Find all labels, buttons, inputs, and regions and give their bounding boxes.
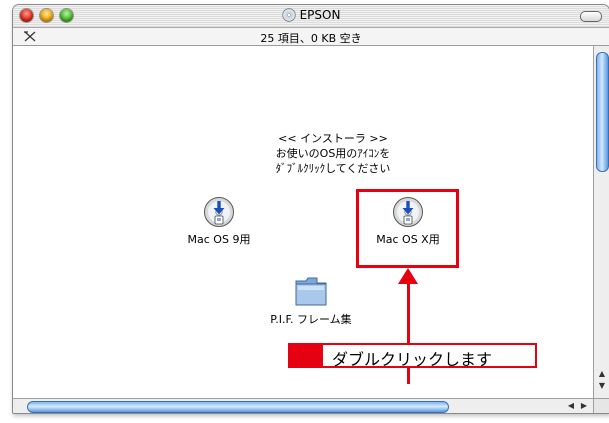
macos9-installer-label: Mac OS 9用 xyxy=(187,233,251,246)
vertical-scrollbar[interactable]: ▲ ▼ xyxy=(593,46,609,398)
cd-icon xyxy=(281,8,296,22)
installer-instruction-line1: お使いのOS用のｱｲｺﾝを xyxy=(275,147,391,160)
status-bar: 25 項目、0 KB 空き xyxy=(13,28,609,46)
callout-box: ダブルクリックします xyxy=(288,343,537,369)
window-title: EPSON xyxy=(299,8,341,22)
scroll-left-arrow-icon[interactable]: ◀ xyxy=(565,400,577,412)
horizontal-scrollbar[interactable]: ◀ ▶ xyxy=(13,398,593,413)
title-bar[interactable]: EPSON xyxy=(13,5,609,28)
vertical-scroll-thumb[interactable] xyxy=(596,52,609,172)
installer-instruction-line2: ﾀﾞﾌﾞﾙｸﾘｯｸしてください xyxy=(275,162,391,175)
scroll-right-arrow-icon[interactable]: ▶ xyxy=(578,400,590,412)
scroll-up-arrow-icon[interactable]: ▲ xyxy=(596,368,608,379)
pif-frame-folder[interactable]: P.I.F. フレーム集 xyxy=(256,274,366,327)
window-title-wrap: EPSON xyxy=(13,8,609,22)
horizontal-scroll-thumb[interactable] xyxy=(27,401,449,413)
pif-frame-folder-label: P.I.F. フレーム集 xyxy=(270,313,352,326)
macos9-installer[interactable]: Mac OS 9用 xyxy=(179,196,259,247)
highlight-box xyxy=(356,189,459,268)
toolbar-toggle-button[interactable] xyxy=(580,11,602,22)
scroll-down-arrow-icon[interactable]: ▼ xyxy=(596,380,608,391)
finder-window: EPSON 25 項目、0 KB 空き << インストーラ >> お使いのOS用… xyxy=(12,4,609,414)
installer-heading: << インストーラ >> xyxy=(278,132,388,145)
folder-icon xyxy=(295,277,327,306)
installer-cd-icon xyxy=(204,197,234,227)
callout-red-block xyxy=(290,345,323,366)
status-text: 25 項目、0 KB 空き xyxy=(260,32,362,45)
resize-grip[interactable] xyxy=(593,398,609,413)
callout-text: ダブルクリックします xyxy=(332,350,493,369)
window-content: << インストーラ >> お使いのOS用のｱｲｺﾝを ﾀﾞﾌﾞﾙｸﾘｯｸしてくだ… xyxy=(13,46,593,398)
